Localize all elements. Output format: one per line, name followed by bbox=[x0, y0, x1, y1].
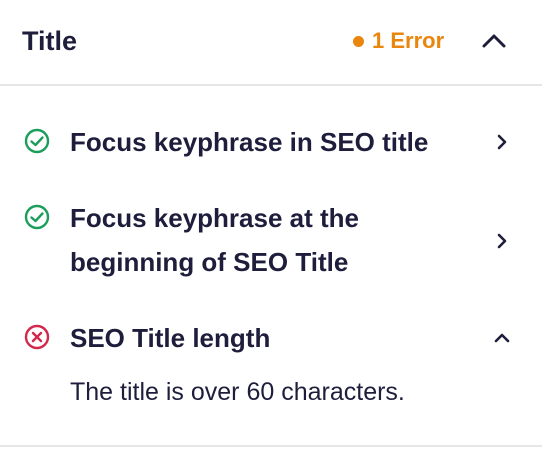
seo-title-panel: Title 1 Error Focus keyphrase in SEO tit… bbox=[0, 0, 542, 452]
error-count-badge: 1 Error bbox=[353, 27, 444, 55]
chevron-up-icon[interactable] bbox=[490, 326, 514, 350]
check-item-keyphrase-in-title[interactable]: Focus keyphrase in SEO title bbox=[0, 118, 542, 166]
x-circle-icon bbox=[24, 324, 50, 350]
bottom-divider bbox=[0, 445, 542, 447]
panel-header[interactable]: Title 1 Error bbox=[0, 0, 542, 86]
check-item-label: SEO Title length bbox=[70, 323, 271, 353]
check-item-seo-title-length[interactable]: SEO Title length The title is over 60 ch… bbox=[0, 314, 542, 414]
check-item-keyphrase-at-beginning[interactable]: Focus keyphrase at the beginning of SEO … bbox=[0, 196, 542, 288]
check-item-label: Focus keyphrase at the beginning of SEO … bbox=[70, 203, 359, 277]
chevron-up-icon[interactable] bbox=[478, 27, 510, 55]
chevron-right-icon[interactable] bbox=[490, 229, 514, 253]
error-count-label: 1 Error bbox=[372, 28, 445, 53]
warning-dot-icon bbox=[353, 35, 364, 47]
check-item-label: Focus keyphrase in SEO title bbox=[70, 127, 429, 157]
check-circle-icon bbox=[24, 204, 50, 230]
check-circle-icon bbox=[24, 128, 50, 154]
check-item-description: The title is over 60 characters. bbox=[70, 378, 405, 406]
panel-title: Title bbox=[22, 26, 78, 56]
chevron-right-icon[interactable] bbox=[490, 130, 514, 154]
